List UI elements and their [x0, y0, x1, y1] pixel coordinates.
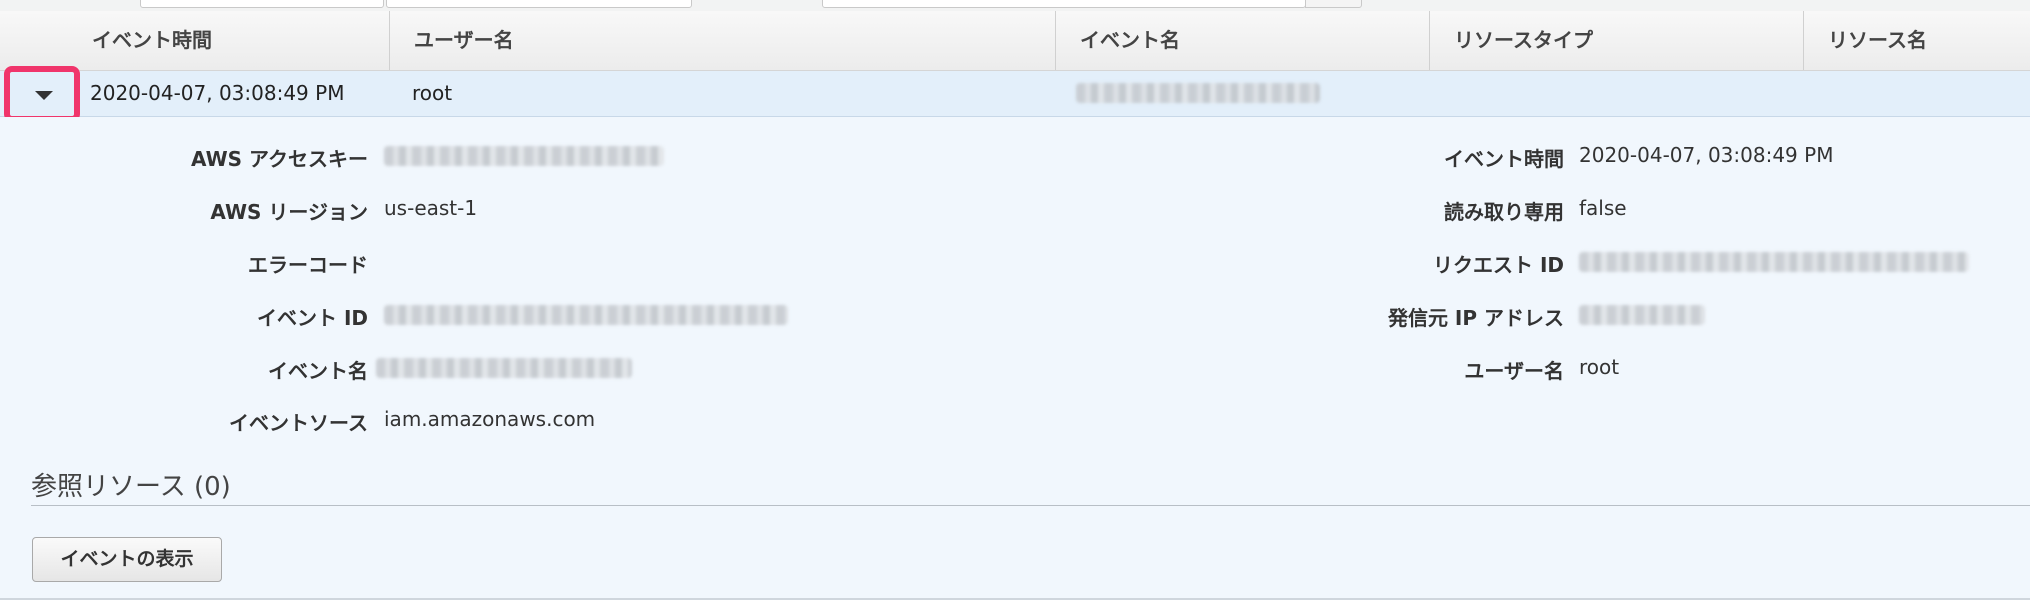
filter-value-input[interactable]	[386, 0, 692, 8]
detail-value-event-time: 2020-04-07, 03:08:49 PM	[1579, 143, 1834, 167]
row-event-name-redacted	[1076, 83, 1320, 103]
filter-attribute-select[interactable]	[140, 0, 384, 8]
detail-value-request-id-redacted	[1579, 252, 1969, 272]
section-divider	[31, 505, 2030, 506]
expand-row-button[interactable]	[4, 66, 80, 122]
referenced-resources-title: 参照リソース (0)	[31, 472, 231, 502]
detail-value-event-source: iam.amazonaws.com	[384, 407, 596, 431]
detail-label-read-only: 読み取り専用	[1444, 200, 1564, 224]
detail-value-region: us-east-1	[384, 196, 478, 220]
column-header-event-time[interactable]: イベント時間	[68, 11, 388, 70]
detail-value-event-name-redacted	[376, 358, 632, 378]
detail-value-read-only: false	[1579, 196, 1627, 220]
detail-label-access-key: AWS アクセスキー	[190, 147, 368, 171]
detail-label-user-name: ユーザー名	[1464, 359, 1564, 383]
column-header-resource-name[interactable]: リソース名	[1804, 11, 2030, 70]
detail-label-source-ip: 発信元 IP アドレス	[1387, 306, 1564, 330]
time-range-input[interactable]	[822, 0, 1306, 8]
table-header: イベント時間 ユーザー名 イベント名 リソースタイプ リソース名	[0, 11, 2030, 71]
time-range-button[interactable]	[1305, 0, 1362, 8]
column-header-user-name[interactable]: ユーザー名	[390, 11, 1055, 70]
row-user-name: root	[412, 81, 453, 105]
detail-label-request-id: リクエスト ID	[1432, 253, 1564, 277]
detail-label-event-source: イベントソース	[229, 411, 368, 435]
detail-label-event-time: イベント時間	[1444, 147, 1564, 171]
detail-value-event-id-redacted	[384, 305, 788, 325]
detail-label-region: AWS リージョン	[210, 200, 368, 224]
row-event-time: 2020-04-07, 03:08:49 PM	[90, 81, 345, 105]
detail-value-source-ip-redacted	[1579, 305, 1705, 325]
detail-label-event-name: イベント名	[268, 359, 368, 383]
detail-label-event-id: イベント ID	[256, 306, 368, 330]
column-header-resource-type[interactable]: リソースタイプ	[1430, 11, 1802, 70]
view-event-button[interactable]: イベントの表示	[32, 537, 222, 582]
column-header-event-name[interactable]: イベント名	[1056, 11, 1429, 70]
detail-value-access-key-redacted	[384, 146, 664, 166]
detail-label-error-code: エラーコード	[248, 253, 368, 277]
detail-value-user-name: root	[1579, 355, 1620, 379]
caret-down-icon	[35, 91, 53, 100]
